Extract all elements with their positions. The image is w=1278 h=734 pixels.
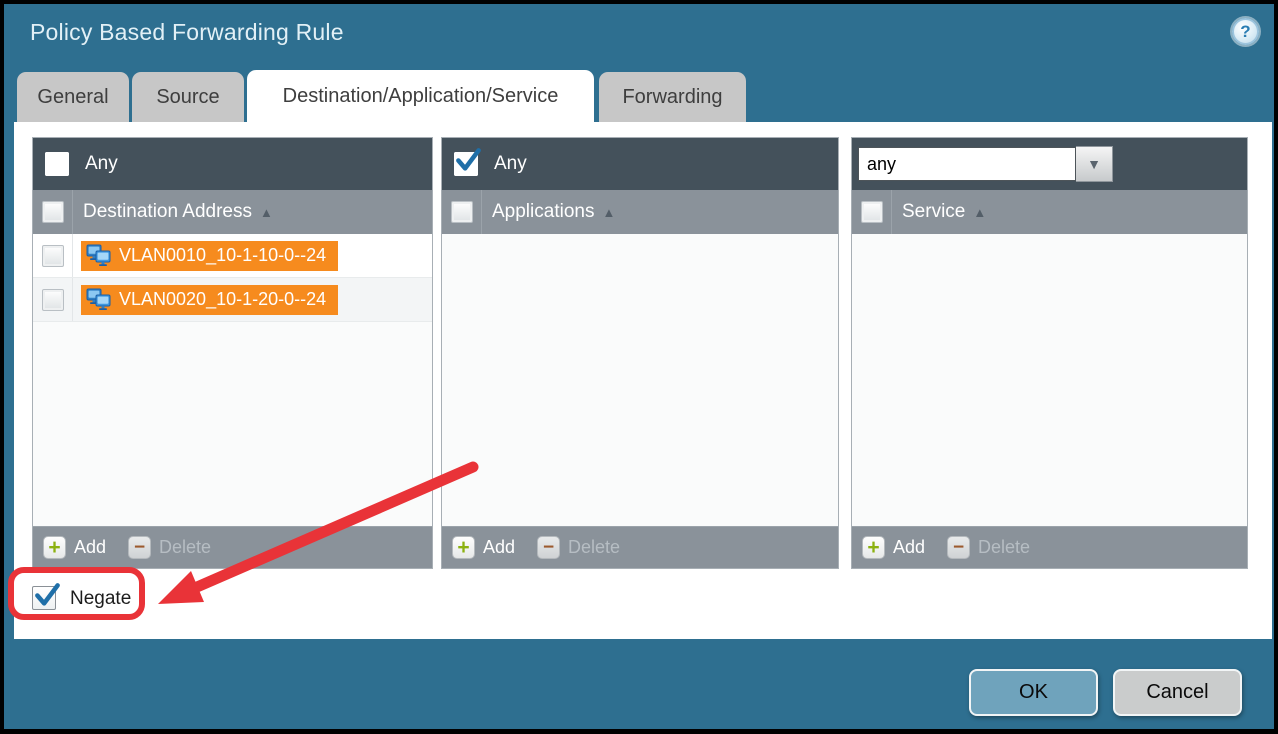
destination-any-header: Any [33, 138, 432, 190]
tab-destination-application-service[interactable]: Destination/Application/Service [247, 70, 594, 122]
checkmark-icon [455, 147, 482, 174]
address-object-tag[interactable]: VLAN0010_10-1-10-0--24 [81, 241, 338, 271]
add-button[interactable]: + Add [43, 536, 106, 559]
tab-forwarding[interactable]: Forwarding [599, 72, 746, 122]
applications-list [442, 234, 838, 526]
row-checkbox-cell [33, 278, 73, 321]
applications-panel: Any Applications ▲ + Add − [441, 137, 839, 569]
applications-any-checkbox[interactable] [454, 152, 478, 176]
address-object-tag[interactable]: VLAN0020_10-1-20-0--24 [81, 285, 338, 315]
tab-label: General [37, 86, 108, 109]
address-object-label: VLAN0020_10-1-20-0--24 [119, 289, 326, 310]
ok-label: OK [1019, 681, 1048, 704]
add-button[interactable]: + Add [862, 536, 925, 559]
tab-source[interactable]: Source [132, 72, 244, 122]
ok-button[interactable]: OK [969, 669, 1098, 716]
destination-column-header[interactable]: Destination Address ▲ [33, 190, 432, 234]
help-icon[interactable]: ? [1232, 18, 1259, 45]
table-row[interactable]: VLAN0020_10-1-20-0--24 [33, 278, 432, 322]
row-checkbox[interactable] [42, 245, 64, 267]
question-mark-glyph: ? [1240, 22, 1250, 42]
applications-any-header: Any [442, 138, 838, 190]
plus-icon: + [862, 536, 885, 559]
service-any-header: any ▼ [852, 138, 1247, 190]
add-label: Add [893, 537, 925, 558]
tab-label: Forwarding [622, 86, 722, 109]
applications-select-all-checkbox[interactable] [451, 201, 473, 223]
delete-button[interactable]: − Delete [947, 536, 1030, 559]
plus-icon: + [452, 536, 475, 559]
network-computers-icon [86, 288, 112, 312]
negate-label: Negate [70, 588, 131, 610]
delete-label: Delete [159, 537, 211, 558]
minus-icon: − [947, 536, 970, 559]
dialog-title: Policy Based Forwarding Rule [30, 19, 344, 46]
network-computers-icon [86, 244, 112, 268]
address-object-label: VLAN0010_10-1-10-0--24 [119, 245, 326, 266]
cancel-label: Cancel [1146, 681, 1208, 704]
sort-ascending-icon: ▲ [965, 205, 986, 220]
pbf-rule-dialog: Policy Based Forwarding Rule ? General S… [4, 4, 1274, 729]
select-all-cell [442, 190, 482, 234]
sort-ascending-icon: ▲ [594, 205, 615, 220]
destination-list: VLAN0010_10-1-10-0--24 VLAN0020_1 [33, 234, 432, 526]
checkmark-icon [34, 582, 61, 609]
service-column-header[interactable]: Service ▲ [852, 190, 1247, 234]
destination-address-panel: Any Destination Address ▲ [32, 137, 433, 569]
applications-column-header[interactable]: Applications ▲ [442, 190, 838, 234]
delete-label: Delete [978, 537, 1030, 558]
table-row[interactable]: VLAN0010_10-1-10-0--24 [33, 234, 432, 278]
minus-icon: − [537, 536, 560, 559]
column-header-label: Destination Address [73, 201, 252, 223]
screenshot-root: Policy Based Forwarding Rule ? General S… [0, 0, 1278, 734]
add-label: Add [74, 537, 106, 558]
service-toolbar: + Add − Delete [852, 526, 1247, 568]
row-checkbox-cell [33, 234, 73, 277]
delete-button[interactable]: − Delete [128, 536, 211, 559]
row-checkbox[interactable] [42, 289, 64, 311]
tab-content: Any Destination Address ▲ [14, 122, 1272, 639]
service-panel: any ▼ Service ▲ + Add [851, 137, 1248, 569]
applications-any-label: Any [494, 153, 527, 175]
select-all-cell [852, 190, 892, 234]
destination-toolbar: + Add − Delete [33, 526, 432, 568]
destination-any-checkbox[interactable] [45, 152, 69, 176]
chevron-down-icon[interactable]: ▼ [1076, 146, 1113, 182]
service-dropdown[interactable]: any ▼ [858, 146, 1113, 182]
tab-label: Destination/Application/Service [283, 85, 559, 108]
destination-any-label: Any [85, 153, 118, 175]
cancel-button[interactable]: Cancel [1113, 669, 1242, 716]
delete-button[interactable]: − Delete [537, 536, 620, 559]
applications-toolbar: + Add − Delete [442, 526, 838, 568]
service-select-all-checkbox[interactable] [861, 201, 883, 223]
column-header-label: Service [892, 201, 965, 223]
destination-select-all-checkbox[interactable] [42, 201, 64, 223]
add-button[interactable]: + Add [452, 536, 515, 559]
delete-label: Delete [568, 537, 620, 558]
service-list [852, 234, 1247, 526]
minus-icon: − [128, 536, 151, 559]
tab-label: Source [156, 86, 219, 109]
select-all-cell [33, 190, 73, 234]
service-dropdown-value[interactable]: any [858, 147, 1076, 181]
add-label: Add [483, 537, 515, 558]
column-header-label: Applications [482, 201, 594, 223]
tab-general[interactable]: General [17, 72, 129, 122]
sort-ascending-icon: ▲ [252, 205, 273, 220]
plus-icon: + [43, 536, 66, 559]
negate-checkbox[interactable] [32, 586, 56, 610]
